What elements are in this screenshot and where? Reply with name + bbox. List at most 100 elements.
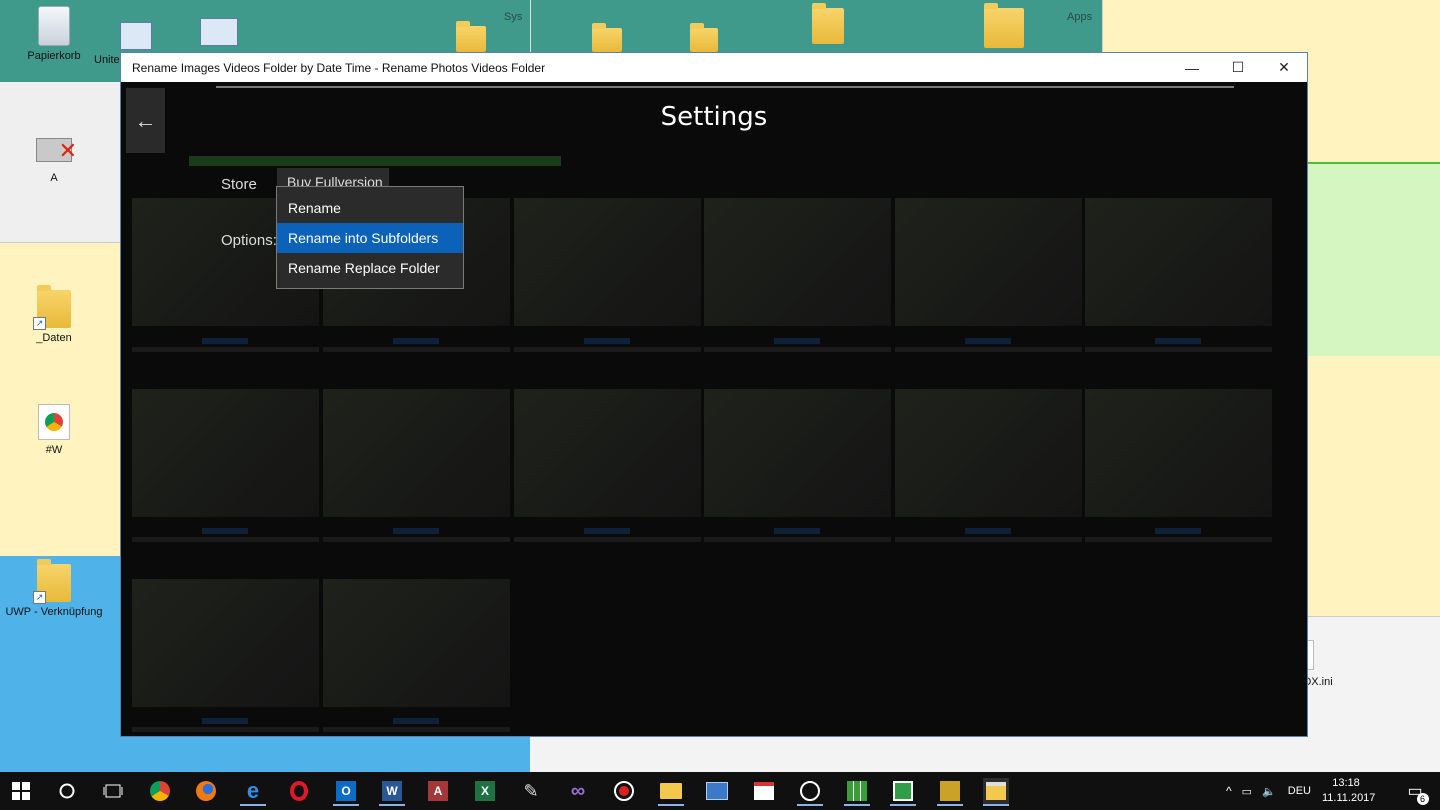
whatsapp-icon[interactable]	[797, 778, 823, 806]
thumbnail-caption	[514, 334, 701, 356]
zone-label-apps: Apps	[1067, 11, 1093, 23]
close-button[interactable]: ✕	[1261, 53, 1307, 82]
desktop-icon-label: #W	[45, 444, 63, 456]
language-indicator[interactable]: DEU	[1288, 785, 1311, 797]
thumbnail-caption	[895, 524, 1082, 546]
dropdown-option-rename[interactable]: Rename	[277, 193, 463, 223]
thumbnail-caption	[704, 334, 891, 356]
folder-icon[interactable]	[592, 23, 622, 52]
calendar-icon[interactable]	[751, 778, 777, 804]
desktop-icon-a[interactable]: ✕ A	[14, 138, 94, 184]
chrome-page-icon	[38, 404, 70, 440]
chevron-up-icon[interactable]: ^	[1226, 784, 1232, 798]
network-drive-icon: ✕	[36, 138, 77, 162]
desktop-icon-label: Papierkorb	[27, 50, 81, 62]
page-title: Settings	[660, 102, 768, 132]
status-bar-green	[189, 156, 561, 166]
taskbar: e O W A X ✎ ∞ ^ ▭ 🔈 DEU 13:18 11.11.2017…	[0, 772, 1440, 810]
volume-icon[interactable]: 🔈	[1262, 785, 1276, 798]
photo-thumbnail	[132, 389, 319, 517]
zone-label-sys: Sys	[504, 11, 523, 23]
dropdown-option-rename-replace-folder[interactable]: Rename Replace Folder	[277, 253, 463, 283]
clock-time: 13:18	[1332, 777, 1360, 789]
folder-icon[interactable]	[456, 21, 486, 52]
photo-thumbnail	[704, 389, 891, 517]
photo-thumbnail	[323, 579, 510, 707]
options-dropdown[interactable]: Rename Rename into Subfolders Rename Rep…	[276, 186, 464, 289]
store-label: Store	[221, 176, 257, 193]
maximize-button[interactable]: ☐	[1215, 53, 1261, 82]
action-center-button[interactable]: ▭ 6	[1402, 778, 1429, 805]
desktop-icon-label: A	[50, 172, 58, 184]
photo-thumbnail	[704, 198, 891, 326]
network-status-icon[interactable]: ▭	[1242, 785, 1252, 798]
photo-thumbnail	[1085, 198, 1272, 326]
shortcut-arrow-icon: ↗	[33, 591, 46, 604]
network-app-icon[interactable]	[704, 778, 730, 804]
desktop-icon-label: UWP - Verknüpfung	[5, 606, 103, 618]
app-window: Rename Images Videos Folder by Date Time…	[120, 52, 1308, 737]
folder-icon: ↗	[33, 559, 71, 604]
minimize-button[interactable]: —	[1169, 53, 1215, 82]
task-view-icon[interactable]	[100, 778, 126, 804]
dropdown-option-rename-into-subfolders[interactable]: Rename into Subfolders	[277, 223, 463, 253]
top-progress-bar	[216, 86, 1234, 88]
desktop-zone-bottom-gray	[530, 737, 1102, 772]
visual-studio-icon[interactable]: ∞	[565, 778, 591, 804]
photo-thumbnail	[323, 389, 510, 517]
window-title: Rename Images Videos Folder by Date Time…	[132, 60, 546, 75]
computer-icon[interactable]	[200, 18, 238, 46]
shortcut-arrow-icon: ↗	[33, 317, 46, 330]
folder-icon[interactable]	[812, 3, 844, 44]
pen-icon[interactable]: ✎	[518, 778, 544, 804]
word-icon[interactable]: W	[379, 778, 405, 806]
thumbnail-caption	[1085, 334, 1272, 356]
record-icon[interactable]	[611, 778, 637, 804]
excel-icon[interactable]: X	[472, 778, 498, 804]
thumbnail-caption	[323, 524, 510, 546]
photo-thumbnail	[895, 198, 1082, 326]
thumbnail-caption	[323, 714, 510, 736]
desktop-icon-daten[interactable]: ↗ _Daten	[14, 285, 94, 344]
opera-icon[interactable]	[286, 778, 312, 804]
thumbnail-caption	[704, 524, 891, 546]
current-app-icon[interactable]	[983, 778, 1009, 806]
thumbnail-caption	[895, 334, 1082, 356]
thumbnail-caption	[1085, 524, 1272, 546]
desktop-icon-label: _Daten	[36, 332, 72, 344]
photo-thumbnail	[514, 389, 701, 517]
grid-app-icon[interactable]	[844, 778, 870, 806]
chrome-icon[interactable]	[147, 778, 173, 804]
edge-icon[interactable]: e	[240, 778, 266, 806]
photo-thumbnail	[1085, 389, 1272, 517]
clock[interactable]: 13:18 11.11.2017	[1322, 776, 1376, 806]
start-button[interactable]	[8, 778, 34, 804]
window-titlebar[interactable]: Rename Images Videos Folder by Date Time…	[121, 53, 1307, 82]
folder-icon: ↗	[33, 285, 71, 330]
folder-icon[interactable]	[984, 3, 1024, 48]
thumbnail-caption	[132, 334, 319, 356]
desktop-icon-recycle-bin[interactable]: Papierkorb	[14, 6, 94, 62]
thumbnail-caption	[132, 714, 319, 736]
clock-date: 11.11.2017	[1322, 792, 1376, 804]
recycle-bin-icon	[38, 6, 70, 46]
image-app-icon[interactable]	[890, 778, 916, 806]
options-label: Options:	[221, 232, 277, 249]
folder-icon[interactable]	[690, 23, 718, 52]
outlook-icon[interactable]: O	[333, 778, 359, 806]
notification-icon: ▭ 6	[1407, 781, 1429, 805]
computer-icon	[120, 22, 152, 50]
settings-page: ← Settings Store Buy Fullversion Options…	[121, 82, 1307, 736]
desktop-icon-w[interactable]: #W	[14, 404, 94, 456]
desktop-icon-uwp[interactable]: ↗ UWP - Verknüpfung	[4, 559, 104, 618]
thumbnail-caption	[323, 334, 510, 356]
thumbnail-caption	[514, 524, 701, 546]
firefox-icon[interactable]	[193, 778, 219, 804]
access-icon[interactable]: A	[425, 778, 451, 804]
notification-count: 6	[1416, 793, 1429, 805]
photo-thumbnail	[514, 198, 701, 326]
file-explorer-icon[interactable]	[658, 778, 684, 806]
cortana-icon[interactable]	[54, 778, 80, 804]
media-app-icon[interactable]	[937, 778, 963, 806]
system-tray: ^ ▭ 🔈 DEU	[1226, 772, 1311, 810]
